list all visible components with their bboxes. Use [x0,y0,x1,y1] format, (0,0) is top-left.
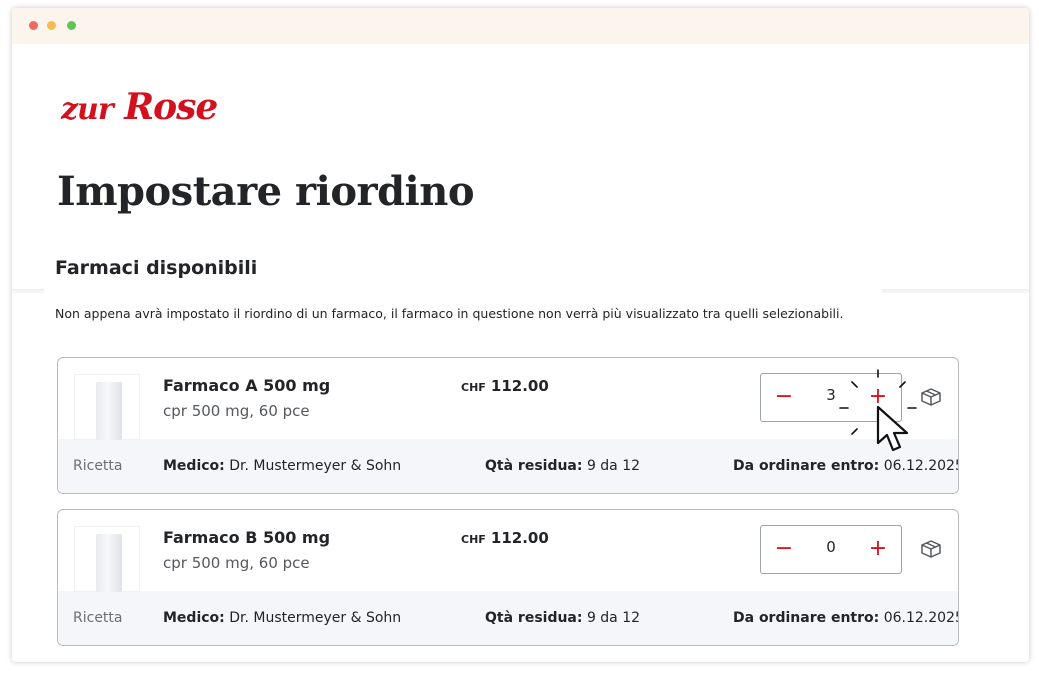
doctor-label: Medico: [163,458,225,474]
doctor-value: Dr. Mustermeyer & Sohn [229,610,402,626]
prescription-type: Ricetta [73,458,123,474]
remaining-quantity: Qtà residua: 9 da 12 [485,458,640,474]
remaining-label: Qtà residua: [485,458,583,474]
window-titlebar [12,8,1029,44]
product-price: CHF 112.00 [461,376,549,395]
due-value: 06.12.2025 [883,610,959,626]
plus-icon[interactable]: + [863,534,893,564]
order-due-date: Da ordinare entro: 06.12.2025 [733,610,959,626]
logo-text-rose: Rose [124,86,218,128]
browser-window: zur Rose Impostare riordino Farmaci disp… [12,8,1029,662]
price-currency: CHF [461,381,486,394]
product-name: Farmaco B 500 mg [163,528,331,547]
doctor-info: Medico: Dr. Mustermeyer & Sohn [163,610,401,626]
plus-icon[interactable]: + [863,382,893,412]
quantity-stepper: − 3 + [760,373,902,422]
product-description: cpr 500 mg, 60 pce [163,554,310,572]
product-image [74,374,140,440]
info-text: Non appena avrà impostato il riordino di… [55,306,844,321]
product-image [74,526,140,592]
close-window-button[interactable] [29,21,38,30]
price-amount: 112.00 [490,529,549,547]
logo-text-zur: zur [61,92,114,127]
doctor-info: Medico: Dr. Mustermeyer & Sohn [163,458,401,474]
minimize-window-button[interactable] [47,21,56,30]
prescription-type: Ricetta [73,610,123,626]
price-currency: CHF [461,533,486,546]
quantity-stepper: − 0 + [760,525,902,574]
minus-icon[interactable]: − [769,382,799,412]
remaining-label: Qtà residua: [485,610,583,626]
order-due-date: Da ordinare entro: 06.12.2025 [733,458,959,474]
page-title: Impostare riordino [57,168,475,215]
quantity-value[interactable]: 0 [806,538,856,556]
brand-logo[interactable]: zur Rose [61,86,218,128]
due-value: 06.12.2025 [883,458,959,474]
box-icon[interactable] [919,385,943,409]
section-divider-cover [44,284,882,298]
product-card: Farmaco B 500 mg cpr 500 mg, 60 pce CHF … [57,509,959,646]
section-title: Farmaci disponibili [55,257,258,279]
remaining-value: 9 da 12 [586,610,641,626]
due-label: Da ordinare entro: [733,458,880,474]
product-name: Farmaco A 500 mg [163,376,331,395]
doctor-value: Dr. Mustermeyer & Sohn [229,458,402,474]
doctor-label: Medico: [163,610,225,626]
product-description: cpr 500 mg, 60 pce [163,402,310,420]
quantity-value[interactable]: 3 [806,386,856,404]
minus-icon[interactable]: − [769,534,799,564]
due-label: Da ordinare entro: [733,610,880,626]
maximize-window-button[interactable] [67,21,76,30]
remaining-quantity: Qtà residua: 9 da 12 [485,610,640,626]
product-price: CHF 112.00 [461,528,549,547]
product-card: Farmaco A 500 mg cpr 500 mg, 60 pce CHF … [57,357,959,494]
remaining-value: 9 da 12 [586,458,641,474]
price-amount: 112.00 [490,377,549,395]
box-icon[interactable] [919,537,943,561]
